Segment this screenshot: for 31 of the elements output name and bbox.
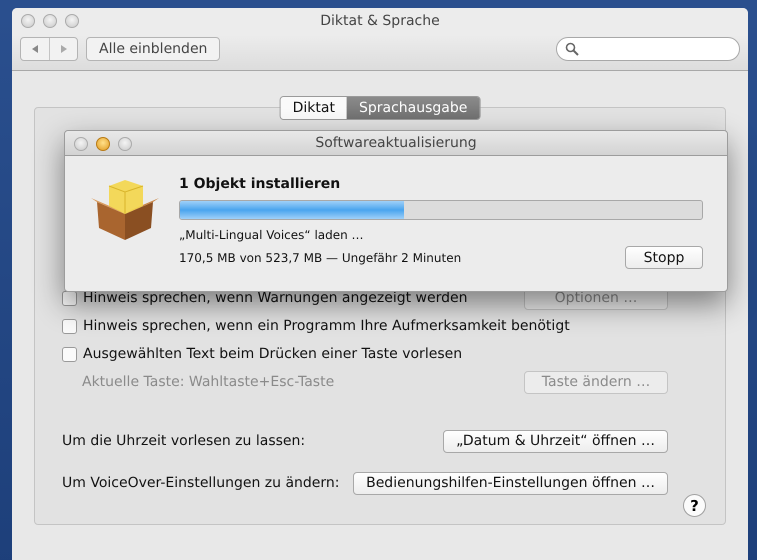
close-button[interactable] <box>21 14 35 28</box>
row-label: Um die Uhrzeit vorlesen zu lassen: <box>62 433 306 449</box>
checkbox-label: Hinweis sprechen, wenn Warnungen angezeigt werden <box>83 290 468 306</box>
show-all-button[interactable]: Alle einblenden <box>86 37 220 61</box>
download-detail: 170,5 MB von 523,7 MB — Ungefähr 2 Minuten <box>179 250 462 264</box>
close-button[interactable] <box>74 137 88 151</box>
dialog-heading: 1 Objekt installieren <box>179 176 342 192</box>
row-label: Um VoiceOver-Einstellungen zu ändern: <box>62 475 340 491</box>
help-button[interactable]: ? <box>683 494 706 517</box>
checkbox-label: Hinweis sprechen, wenn ein Programm Ihre Aufmerksamkeit benötigt <box>83 318 570 334</box>
checkbox[interactable] <box>62 346 77 362</box>
search-field[interactable] <box>556 37 740 61</box>
zoom-button[interactable] <box>65 14 79 28</box>
right-triangle-icon <box>58 44 68 54</box>
download-status: „Multi-Lingual Voices“ laden … <box>179 228 365 242</box>
minimize-button[interactable] <box>96 137 110 151</box>
minimize-button[interactable] <box>43 14 57 28</box>
checkbox-label: Ausgewählten Text beim Drücken einer Taste vorlesen <box>83 346 462 362</box>
dialog-title: Softwareaktualisierung <box>315 135 477 151</box>
open-button[interactable]: „Datum & Uhrzeit“ öffnen … <box>443 430 668 452</box>
checkbox[interactable] <box>62 318 77 334</box>
zoom-button[interactable] <box>118 137 132 151</box>
left-triangle-icon <box>30 44 40 54</box>
search-icon <box>565 42 579 56</box>
shortcut-note: Aktuelle Taste: Wahltaste+Esc-Taste <box>82 374 334 390</box>
tab[interactable]: Diktat <box>280 97 347 119</box>
window-title: Diktat & Sprache <box>320 13 440 29</box>
open-button[interactable]: Bedienungshilfen-Einstellungen öffnen … <box>353 472 668 494</box>
stop-button[interactable]: Stopp <box>625 246 703 269</box>
tab[interactable]: Sprachausgabe <box>346 97 480 119</box>
checkbox[interactable] <box>62 290 77 306</box>
